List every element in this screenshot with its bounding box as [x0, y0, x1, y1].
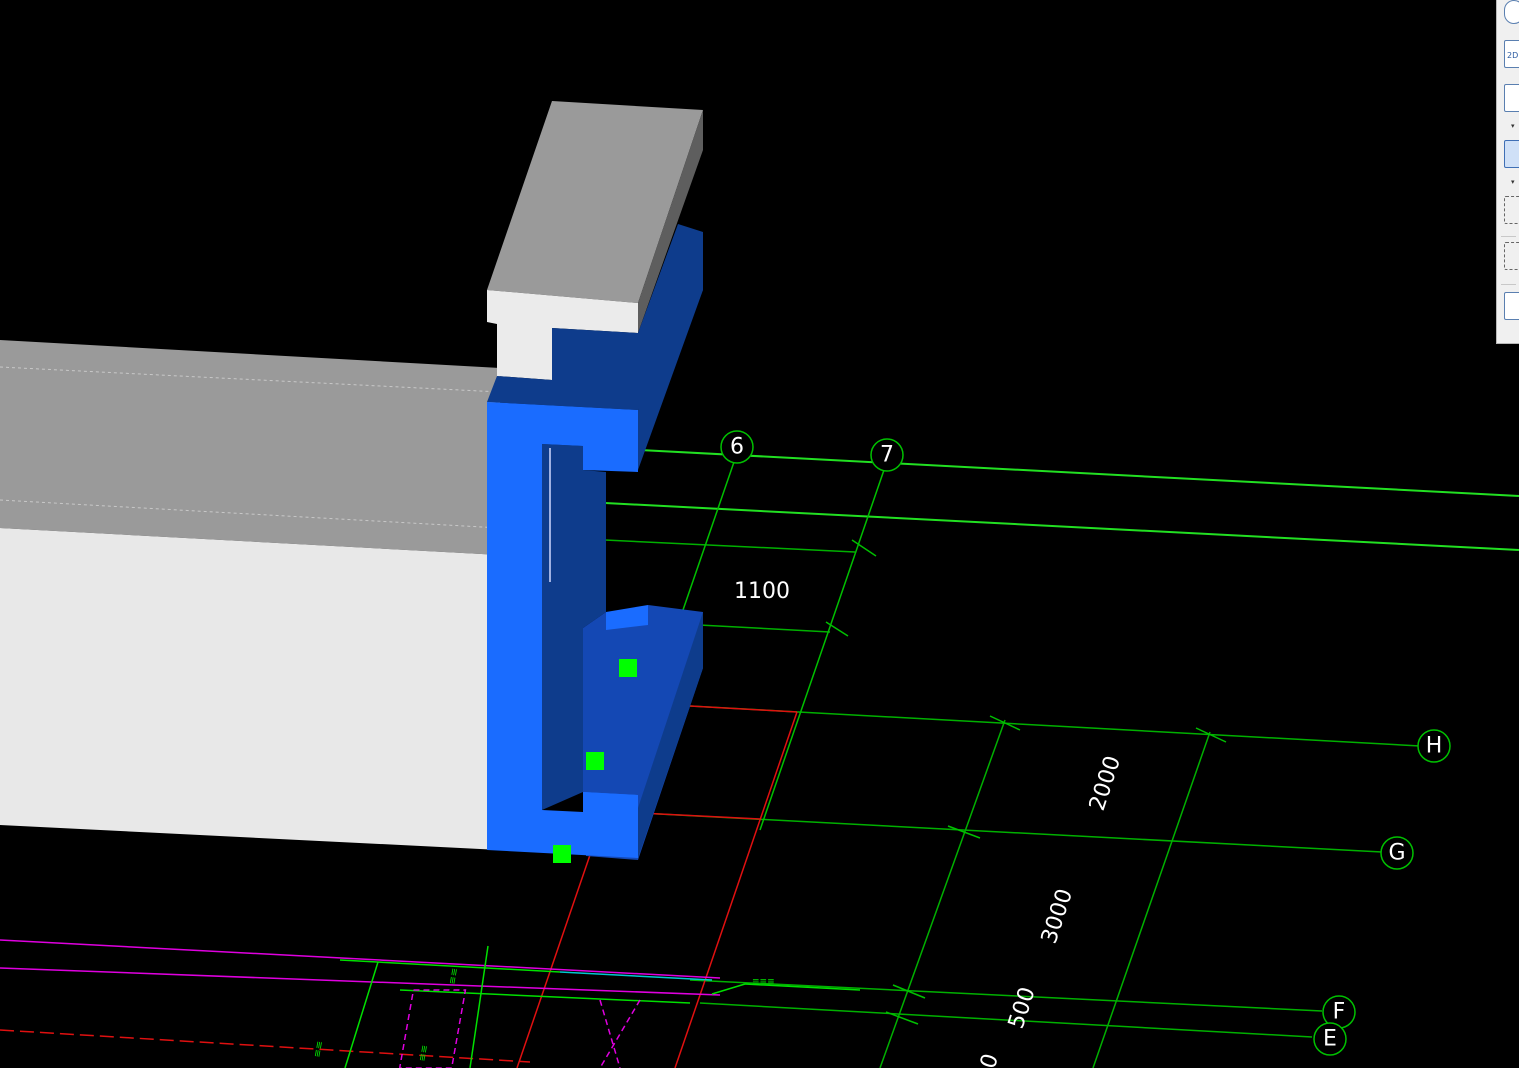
axis-bubble-7[interactable]: 7	[870, 438, 904, 472]
axis-bubbles: 6 7 H G F E	[720, 430, 1451, 1056]
toolbar-divider	[1501, 284, 1516, 285]
grid-line-f	[689, 979, 1323, 1012]
red-line	[639, 812, 761, 820]
grip-handle[interactable]	[619, 659, 637, 677]
dimension-text: 2000	[1085, 753, 1126, 814]
dimension-labels: 1100 2000 3000 500 0	[734, 579, 1126, 1068]
view-toolbar: 2D ▾ ▾	[1496, 0, 1519, 344]
svg-text:≡≡≡: ≡≡≡	[752, 977, 775, 987]
dimension-text: 3000	[1037, 886, 1078, 947]
axis-line-6	[682, 461, 735, 611]
svg-text:≡≡: ≡≡	[312, 1040, 326, 1058]
table-list-icon[interactable]	[1504, 292, 1519, 320]
dimension-text: 0	[976, 1051, 1004, 1068]
slab-front-face	[0, 528, 500, 850]
structure-model[interactable]	[0, 101, 703, 863]
crop-box-icon[interactable]	[1504, 196, 1519, 224]
dim-column-line	[973, 826, 1010, 1068]
red-line	[516, 854, 591, 1068]
2d-view-icon[interactable]: 2D	[1504, 40, 1519, 68]
dimension-text: 1100	[734, 579, 790, 604]
grid-line	[639, 449, 1519, 497]
chevron-down-icon[interactable]: ▾	[1511, 178, 1515, 186]
grid-line	[604, 539, 856, 553]
section-box-icon[interactable]	[1504, 242, 1519, 270]
axis-bubble-e[interactable]: E	[1313, 1022, 1347, 1056]
axis-bubble-g[interactable]: G	[1380, 836, 1414, 870]
slab-top-face	[0, 340, 500, 555]
svg-text:E: E	[1323, 1027, 1337, 1052]
svg-text:G: G	[1388, 841, 1405, 866]
grip-handle[interactable]	[553, 845, 571, 863]
grip-handle[interactable]	[586, 752, 604, 770]
svg-text:≡≡: ≡≡	[447, 967, 461, 985]
svg-text:7: 7	[880, 443, 894, 468]
axis-bubble-6[interactable]: 6	[720, 430, 754, 464]
axis-bubble-h[interactable]: H	[1417, 729, 1451, 763]
chevron-down-icon[interactable]: ▾	[1511, 122, 1515, 130]
box-view-icon[interactable]	[1504, 84, 1519, 112]
grid-line	[604, 502, 1519, 551]
red-line	[689, 705, 798, 713]
svg-text:≡≡: ≡≡	[417, 1044, 431, 1062]
cad-3d-viewport[interactable]: ≡≡≡ ≡≡ ≡≡ ≡≡ 1100 2000 3000 500 0 6 7 H …	[0, 0, 1519, 1068]
green-leader	[711, 983, 746, 995]
red-line	[674, 711, 798, 1068]
svg-text:6: 6	[730, 435, 744, 460]
grid-line-h	[689, 705, 1421, 747]
svg-text:F: F	[1333, 1000, 1346, 1025]
3d-solid-icon[interactable]	[1504, 140, 1519, 168]
svg-text:H: H	[1426, 734, 1443, 759]
orbit-icon[interactable]	[1504, 0, 1519, 24]
red-dash-line	[0, 1029, 531, 1063]
axis-line-7	[759, 469, 885, 831]
dimension-text: 500	[1004, 984, 1041, 1032]
toolbar-divider	[1501, 236, 1516, 237]
model-scene[interactable]: ≡≡≡ ≡≡ ≡≡ ≡≡ 1100 2000 3000 500 0 6 7 H …	[0, 0, 1519, 1068]
